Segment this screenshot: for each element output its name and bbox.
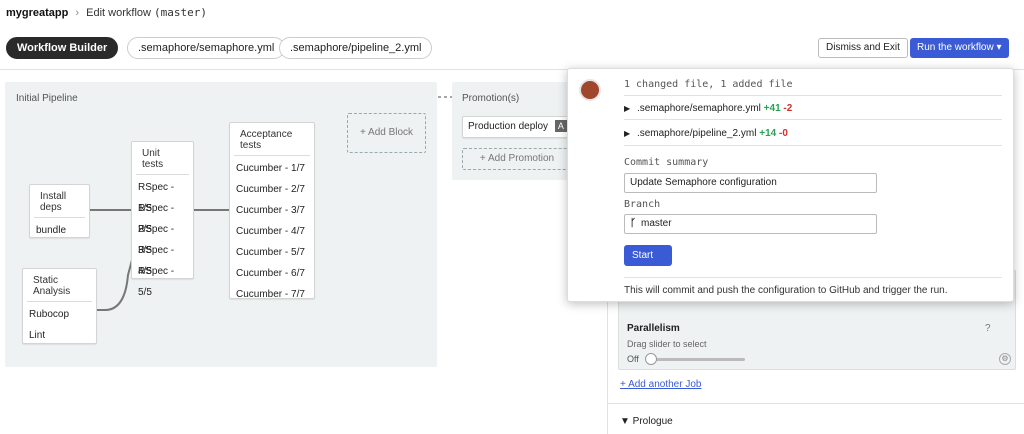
breadcrumb-page: Edit workflow [86,7,151,19]
breadcrumb: mygreatapp › Edit workflow (master) [6,6,207,19]
run-workflow-popover: 1 changed file, 1 added file ▶ .semaphor… [567,68,1014,302]
lines-removed: -2 [783,103,793,114]
job-item[interactable]: Cucumber - 3/7 [230,200,314,221]
divider [608,403,1024,404]
lines-added: +41 [763,103,781,114]
parallelism-title: Parallelism [627,323,680,334]
branch-icon: ᚴ [630,218,636,229]
job-item[interactable]: Cucumber - 7/7 [230,284,314,305]
job-item[interactable]: RSpec - 4/5 [132,240,193,277]
help-icon[interactable]: ? [985,323,991,334]
gear-icon[interactable]: ⚙ [999,353,1011,365]
divider [624,145,1002,146]
start-button[interactable]: Start [624,245,672,266]
commit-summary-input[interactable]: Update Semaphore configuration [624,173,877,193]
promotions-title: Promotion(s) [462,93,520,104]
job-item[interactable]: RSpec - 3/5 [132,219,193,256]
file-name: .semaphore/pipeline_2.yml [636,128,757,139]
job-item[interactable]: Cucumber - 2/7 [230,179,314,200]
expand-arrow-icon: ▶ [624,129,631,138]
add-block-button[interactable]: + Add Block [347,113,426,153]
job-item[interactable]: RSpec - 1/5 [132,177,193,214]
block-title: Install deps [34,185,85,218]
changed-file-pipeline-2-yml[interactable]: ▶ .semaphore/pipeline_2.yml +14 -0 [624,128,788,139]
avatar [579,79,601,101]
breadcrumb-project[interactable]: mygreatapp [6,7,68,19]
expand-arrow-icon: ▶ [624,104,631,113]
block-title: Unit tests [136,142,189,175]
divider [624,277,1002,278]
breadcrumb-branch: (master) [154,6,207,19]
auto-promotion-badge: A [554,120,567,132]
workflow-builder-tab[interactable]: Workflow Builder [6,37,119,59]
job-item[interactable]: Rubocop [23,304,96,325]
dismiss-and-exit-button[interactable]: Dismiss and Exit [818,38,908,58]
slider-value: Off [627,354,639,364]
toolbar: Workflow Builder .semaphore/semaphore.ym… [0,28,1024,70]
file-tab-pipeline-2-yml[interactable]: .semaphore/pipeline_2.yml [279,37,433,59]
job-item[interactable]: RSpec - 2/5 [132,198,193,235]
branch-value: master [641,218,672,229]
changed-file-semaphore-yml[interactable]: ▶ .semaphore/semaphore.yml +41 -2 [624,103,792,114]
parallelism-hint: Drag slider to select [627,339,707,349]
lines-removed: -0 [778,128,788,139]
block-acceptance-tests[interactable]: Acceptance tests Cucumber - 1/7 Cucumber… [229,122,315,300]
add-promotion-button[interactable]: + Add Promotion [462,148,572,170]
job-item[interactable]: Cucumber - 1/7 [230,158,314,179]
block-title: Acceptance tests [234,123,310,156]
job-item[interactable]: bundle [30,220,89,241]
breadcrumb-separator: › [75,7,80,19]
block-static-analysis[interactable]: Static Analysis Rubocop Lint [22,268,97,344]
block-title: Static Analysis [27,269,92,302]
job-item[interactable]: Cucumber - 4/7 [230,221,314,242]
file-name: .semaphore/semaphore.yml [636,103,761,114]
promotion-production-deploy[interactable]: Production deploy A [462,116,572,138]
prologue-section-toggle[interactable]: ▼ Prologue [620,416,673,427]
job-item[interactable]: Cucumber - 6/7 [230,263,314,284]
job-item[interactable]: RSpec - 5/5 [132,261,193,298]
commit-summary-label: Commit summary [624,157,709,168]
parallelism-slider[interactable] [647,358,745,361]
block-unit-tests[interactable]: Unit tests RSpec - 1/5 RSpec - 2/5 RSpec… [131,141,194,298]
branch-label: Branch [624,199,661,210]
divider [624,119,1002,120]
divider [624,95,1002,96]
block-install-deps[interactable]: Install deps bundle [29,184,90,238]
branch-input[interactable]: ᚴ master [624,214,877,234]
commit-footer-note: This will commit and push the configurat… [624,285,948,296]
add-another-job-link[interactable]: + Add another Job [620,379,701,390]
job-item[interactable]: Cucumber - 5/7 [230,242,314,263]
file-tab-semaphore-yml[interactable]: .semaphore/semaphore.yml [127,37,286,59]
job-item[interactable]: Lint [23,325,96,346]
changes-summary: 1 changed file, 1 added file [624,79,793,90]
promotion-label: Production deploy [468,121,549,132]
workflow-canvas: Initial Pipeline Install deps bundle Sta… [0,70,612,434]
lines-added: +14 [759,128,777,139]
run-workflow-button[interactable]: Run the workflow ▾ [910,38,1009,58]
slider-handle[interactable] [645,353,657,365]
